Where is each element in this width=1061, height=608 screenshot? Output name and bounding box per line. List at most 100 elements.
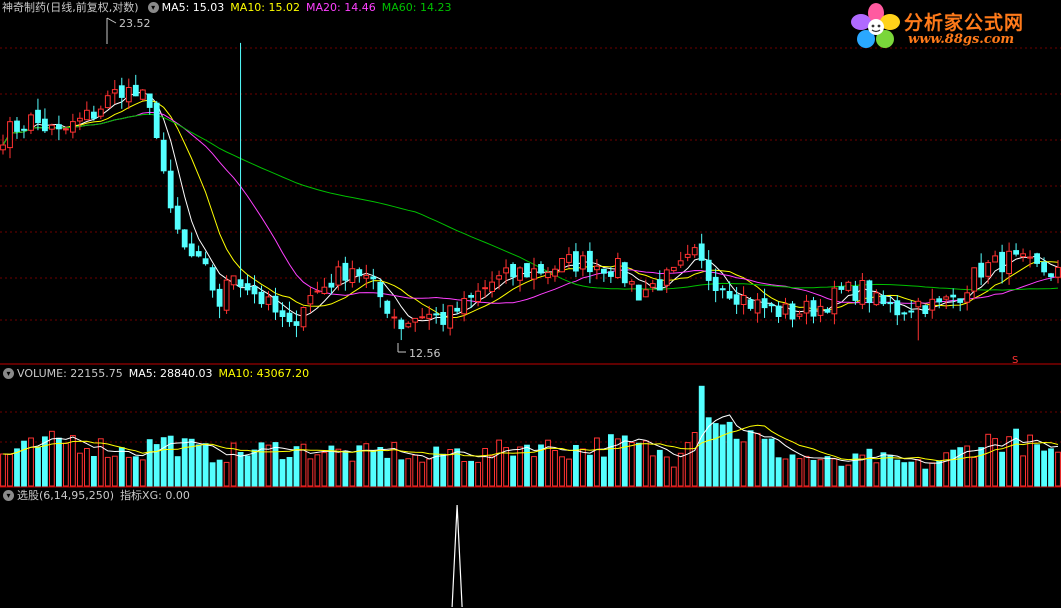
candle-body bbox=[21, 128, 27, 131]
volume-bar bbox=[1055, 451, 1061, 487]
volume-bar bbox=[111, 455, 118, 487]
candle-body bbox=[272, 295, 279, 313]
candle bbox=[426, 305, 433, 330]
volume-bars bbox=[0, 385, 1061, 487]
volume-bar bbox=[1034, 444, 1040, 487]
candle bbox=[28, 112, 34, 135]
candle-body bbox=[663, 269, 670, 286]
candle bbox=[132, 74, 139, 97]
candle bbox=[125, 78, 132, 110]
candle-body bbox=[1027, 256, 1033, 259]
candle-body bbox=[0, 144, 6, 151]
candle bbox=[740, 286, 747, 315]
flower-logo-icon bbox=[851, 3, 900, 48]
candle bbox=[1048, 272, 1054, 281]
chevron-down-icon[interactable]: ▾ bbox=[3, 367, 14, 379]
candle-body bbox=[384, 300, 391, 314]
candle-body bbox=[42, 118, 48, 132]
volume-bar bbox=[195, 444, 202, 487]
volume-bar bbox=[587, 454, 593, 487]
candle-body bbox=[286, 312, 293, 323]
candle bbox=[573, 243, 579, 278]
volume-bar bbox=[601, 456, 607, 487]
candle bbox=[978, 253, 985, 286]
candle-body bbox=[97, 108, 104, 117]
volume-bar bbox=[139, 459, 146, 487]
volume-bar bbox=[132, 456, 139, 487]
candle bbox=[845, 280, 852, 293]
candle-body bbox=[244, 283, 251, 291]
volume-bar bbox=[440, 453, 447, 487]
candle bbox=[698, 233, 705, 269]
candle-body bbox=[426, 313, 433, 319]
volume-bar bbox=[21, 440, 27, 487]
chevron-down-icon[interactable]: ▾ bbox=[147, 1, 159, 13]
candle-body bbox=[587, 250, 593, 273]
candle bbox=[104, 90, 111, 109]
candle-body bbox=[433, 313, 440, 316]
volume-label-1: MA5: 28840.03 bbox=[128, 367, 213, 380]
indicator-label-0: 选股(6,14,95,250) bbox=[17, 489, 115, 502]
candle-body bbox=[300, 307, 307, 328]
candle-body bbox=[14, 120, 20, 132]
candle-body bbox=[104, 95, 111, 109]
volume-bar bbox=[621, 435, 628, 487]
price-moving-averages bbox=[2, 91, 1059, 322]
candle-body bbox=[195, 251, 202, 257]
candle-body bbox=[733, 294, 740, 305]
candle-body bbox=[412, 317, 419, 323]
volume-bar bbox=[433, 446, 440, 487]
candle-body bbox=[943, 296, 950, 300]
volume-bar bbox=[887, 454, 894, 487]
candle-body bbox=[810, 300, 817, 317]
candle bbox=[237, 42, 244, 298]
candle bbox=[496, 270, 503, 290]
volume-bar bbox=[559, 456, 565, 487]
volume-bar bbox=[272, 442, 279, 487]
candle bbox=[153, 100, 160, 140]
candle-body bbox=[601, 268, 607, 274]
candle bbox=[461, 291, 468, 322]
volume-bar bbox=[594, 437, 600, 487]
volume-bar bbox=[936, 460, 943, 487]
volume-bar bbox=[7, 454, 13, 487]
volume-bar bbox=[908, 461, 915, 487]
volume-bar bbox=[670, 466, 677, 487]
candle bbox=[566, 247, 572, 268]
candle-body bbox=[405, 322, 412, 328]
volume-bar bbox=[566, 458, 572, 487]
candle-body bbox=[125, 87, 132, 103]
volume-bar bbox=[978, 447, 985, 487]
candle-body bbox=[91, 111, 97, 119]
candle-body bbox=[321, 286, 328, 295]
volume-bar bbox=[782, 458, 789, 487]
candle-body bbox=[139, 89, 146, 100]
chart-canvas[interactable]: 23.52 12.56 S bbox=[0, 0, 1061, 608]
candle bbox=[754, 293, 761, 323]
volume-bar bbox=[642, 440, 649, 487]
candle-body bbox=[293, 321, 300, 326]
volume-bar bbox=[356, 445, 363, 487]
candle-body bbox=[936, 298, 943, 303]
candle bbox=[866, 279, 873, 313]
chevron-down-icon[interactable]: ▾ bbox=[3, 489, 14, 501]
candle bbox=[517, 266, 523, 292]
logo-url: www.88gs.com bbox=[908, 32, 1015, 47]
volume-bar bbox=[915, 459, 922, 487]
volume-bar bbox=[510, 455, 517, 487]
volume-bar bbox=[747, 430, 754, 487]
candle bbox=[342, 256, 349, 291]
price-panel-header: 神奇制药(日线,前复权,对数) ▾ MA5: 15.03 MA10: 15.02 MA2… bbox=[0, 0, 463, 16]
candle bbox=[719, 285, 726, 299]
candle-body bbox=[447, 305, 454, 329]
candle-body bbox=[188, 243, 195, 257]
candle bbox=[545, 267, 551, 285]
candle-body bbox=[70, 121, 76, 133]
site-logo[interactable]: 分析家公式网 www.88gs.com bbox=[850, 2, 1055, 52]
volume-bar bbox=[950, 449, 957, 487]
candle bbox=[782, 297, 789, 319]
volume-bar bbox=[384, 457, 391, 487]
candle-body bbox=[454, 307, 461, 312]
candle bbox=[810, 296, 817, 324]
volume-bar bbox=[56, 437, 62, 487]
